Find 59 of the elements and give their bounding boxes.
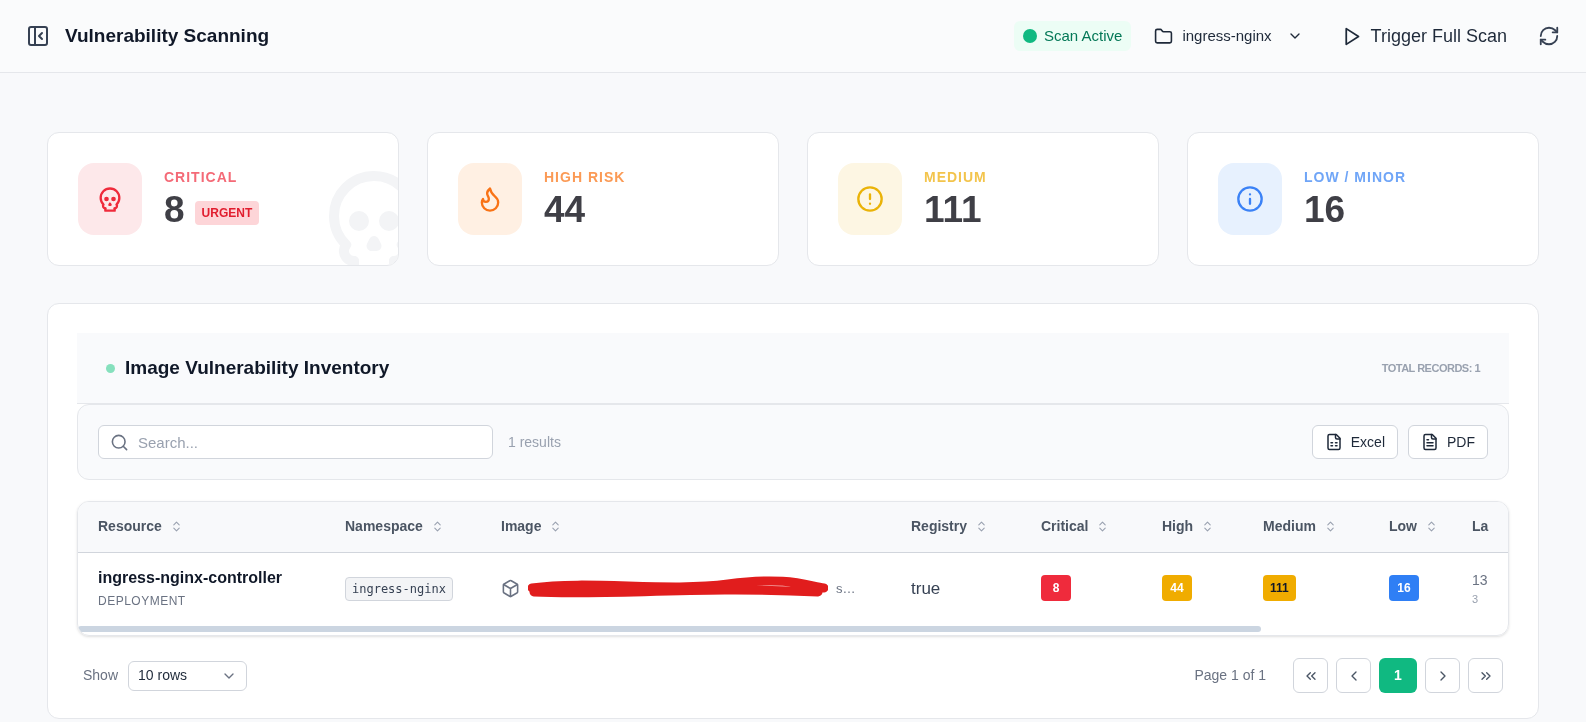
rows-dropdown[interactable]: 10 rows xyxy=(128,660,248,691)
search-field[interactable]: Search... xyxy=(98,425,493,459)
column-header[interactable]: Critical xyxy=(1041,516,1110,538)
severity-badge: 8 xyxy=(1041,575,1071,602)
urgent-badge: URGENT xyxy=(194,200,260,225)
folder-icon xyxy=(1154,26,1174,46)
image-name: s… xyxy=(836,579,856,598)
severity-badge: 16 xyxy=(1389,575,1419,602)
results-count: 1 results xyxy=(508,432,561,452)
spreadsheet-icon xyxy=(1324,433,1343,451)
export-button[interactable]: Excel xyxy=(1311,425,1398,459)
refresh-button[interactable] xyxy=(1538,25,1560,47)
sidebar-toggle-icon xyxy=(26,24,50,48)
column-header[interactable]: Image xyxy=(501,516,563,538)
scrollbar-thumb[interactable] xyxy=(78,626,1261,632)
column-header[interactable]: Low xyxy=(1389,516,1438,538)
next-page-button[interactable] xyxy=(1425,658,1460,693)
column-header[interactable]: Namespace xyxy=(345,516,444,538)
last-page-button[interactable] xyxy=(1468,658,1503,693)
stat-value: 16 xyxy=(1304,187,1346,232)
namespace-tag: ingress-nginx xyxy=(345,576,453,601)
column-header[interactable]: Medium xyxy=(1263,516,1337,538)
info-icon xyxy=(1236,185,1264,213)
resource-kind: DEPLOYMENT xyxy=(98,593,187,611)
severity-badge: 44 xyxy=(1162,575,1192,602)
page-info: Page 1 of 1 xyxy=(1194,666,1266,685)
stat-label: LOW / MINOR xyxy=(1304,167,1406,187)
namespace-dropdown[interactable]: ingress-nginx xyxy=(1154,24,1303,48)
stat-value: 111 xyxy=(924,187,982,232)
stat-value: 44 xyxy=(544,187,586,232)
column-header[interactable]: Resource xyxy=(98,516,183,538)
total-records: TOTAL RECORDS: 1 xyxy=(1381,360,1480,376)
stat-value: 8 xyxy=(164,187,185,232)
section-title: Image Vulnerability Inventory xyxy=(125,355,390,380)
sidebar-toggle-button[interactable] xyxy=(26,24,50,48)
stat-label: MEDIUM xyxy=(924,167,987,187)
trigger-scan-button[interactable]: Trigger Full Scan xyxy=(1340,22,1507,50)
stat-label: HIGH RISK xyxy=(544,167,626,187)
package-icon xyxy=(501,578,520,598)
alert-icon xyxy=(856,185,884,213)
registry-value: true xyxy=(911,578,941,598)
stat-label: CRITICAL xyxy=(164,167,239,187)
refresh-icon xyxy=(1538,25,1560,47)
document-icon xyxy=(1421,433,1439,451)
first-page-button[interactable] xyxy=(1293,658,1328,693)
status-badge: Scan Active xyxy=(1014,20,1132,52)
show-label: Show xyxy=(83,666,119,685)
sort-icon xyxy=(1425,520,1438,534)
previous-page-button[interactable] xyxy=(1336,658,1371,693)
column-header[interactable]: La xyxy=(1472,516,1489,538)
table-cell-text: 3 xyxy=(1472,591,1480,607)
export-button[interactable]: PDF xyxy=(1408,425,1488,459)
resource-name: ingress-nginx-controller xyxy=(98,568,284,589)
column-header[interactable]: High xyxy=(1162,516,1215,538)
severity-badge: 111 xyxy=(1263,575,1296,602)
table-cell-text: 13 xyxy=(1472,570,1489,590)
column-header[interactable]: Registry xyxy=(911,516,989,538)
page-title: Vulnerability Scanning xyxy=(65,23,270,48)
search-icon xyxy=(110,433,129,452)
